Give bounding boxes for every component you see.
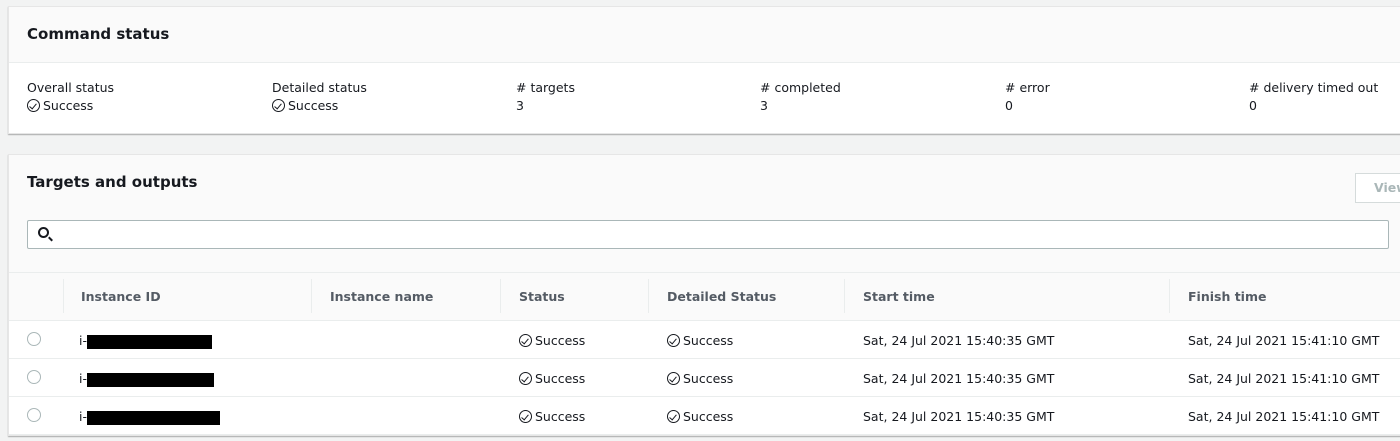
finish-time: Sat, 24 Jul 2021 15:41:10 GMT [1188, 333, 1380, 348]
stat-value: 0 [1005, 98, 1013, 113]
redacted-block [86, 410, 220, 425]
instance-id: i- [79, 333, 212, 349]
redacted-block [86, 372, 214, 387]
completed-count: # completed 3 [760, 80, 841, 113]
row-select-radio[interactable] [27, 332, 41, 346]
status: Success [519, 371, 585, 386]
search-icon [38, 227, 49, 238]
redacted-block [86, 334, 212, 349]
stat-value: Success [288, 98, 339, 113]
view-output-button[interactable]: View [1355, 173, 1400, 203]
stat-label: # delivery timed out [1249, 80, 1379, 95]
instance-id: i- [79, 371, 214, 387]
start-time: Sat, 24 Jul 2021 15:40:35 GMT [863, 333, 1055, 348]
column-start-time[interactable]: Start time [863, 289, 935, 304]
detailed-status: Detailed status Success [272, 80, 367, 115]
overall-status: Overall status Success [27, 80, 114, 115]
panel-title: Targets and outputs [27, 173, 198, 191]
detailed-status: Success [667, 333, 733, 348]
instance-id: i- [79, 409, 220, 425]
status: Success [519, 333, 585, 348]
check-circle-icon [519, 334, 532, 347]
stat-label: Detailed status [272, 80, 367, 95]
column-status[interactable]: Status [519, 289, 565, 304]
check-circle-icon [667, 372, 680, 385]
table-row[interactable]: i- Success Success Sat, 24 Jul 2021 15:4… [9, 397, 1400, 435]
finish-time: Sat, 24 Jul 2021 15:41:10 GMT [1188, 409, 1380, 424]
column-instance-id[interactable]: Instance ID [81, 289, 161, 304]
stat-label: # error [1005, 80, 1050, 95]
table-header: Instance ID Instance name Status Detaile… [9, 273, 1400, 321]
targets-outputs-panel: Targets and outputs View Instance ID Ins… [8, 154, 1400, 436]
search-input[interactable] [27, 220, 1389, 249]
status: Success [519, 409, 585, 424]
check-circle-icon [667, 334, 680, 347]
column-finish-time[interactable]: Finish time [1188, 289, 1266, 304]
check-circle-icon [519, 372, 532, 385]
delivery-timed-out-count: # delivery timed out 0 [1249, 80, 1378, 113]
stat-value: 3 [516, 98, 524, 113]
command-status-panel: Command status Overall status Success De… [8, 6, 1400, 134]
targets-count: # targets 3 [516, 80, 575, 113]
finish-time: Sat, 24 Jul 2021 15:41:10 GMT [1188, 371, 1380, 386]
start-time: Sat, 24 Jul 2021 15:40:35 GMT [863, 371, 1055, 386]
stat-label: # targets [516, 80, 575, 95]
stat-value: 0 [1249, 98, 1257, 113]
table-row[interactable]: i- Success Success Sat, 24 Jul 2021 15:4… [9, 321, 1400, 359]
targets-header: Targets and outputs View [9, 155, 1400, 273]
column-instance-name[interactable]: Instance name [330, 289, 433, 304]
table-row[interactable]: i- Success Success Sat, 24 Jul 2021 15:4… [9, 359, 1400, 397]
stat-value: 3 [760, 98, 768, 113]
stat-value: Success [43, 98, 94, 113]
check-circle-icon [272, 99, 285, 112]
detailed-status: Success [667, 409, 733, 424]
error-count: # error 0 [1005, 80, 1050, 113]
stat-label: # completed [760, 80, 841, 95]
panel-title: Command status [27, 25, 170, 43]
check-circle-icon [519, 410, 532, 423]
command-status-header: Command status [9, 7, 1400, 63]
detailed-status: Success [667, 371, 733, 386]
stat-label: Overall status [27, 80, 115, 95]
check-circle-icon [27, 99, 40, 112]
start-time: Sat, 24 Jul 2021 15:40:35 GMT [863, 409, 1055, 424]
check-circle-icon [667, 410, 680, 423]
row-select-radio[interactable] [27, 370, 41, 384]
column-detailed-status[interactable]: Detailed Status [667, 289, 776, 304]
row-select-radio[interactable] [27, 408, 41, 422]
